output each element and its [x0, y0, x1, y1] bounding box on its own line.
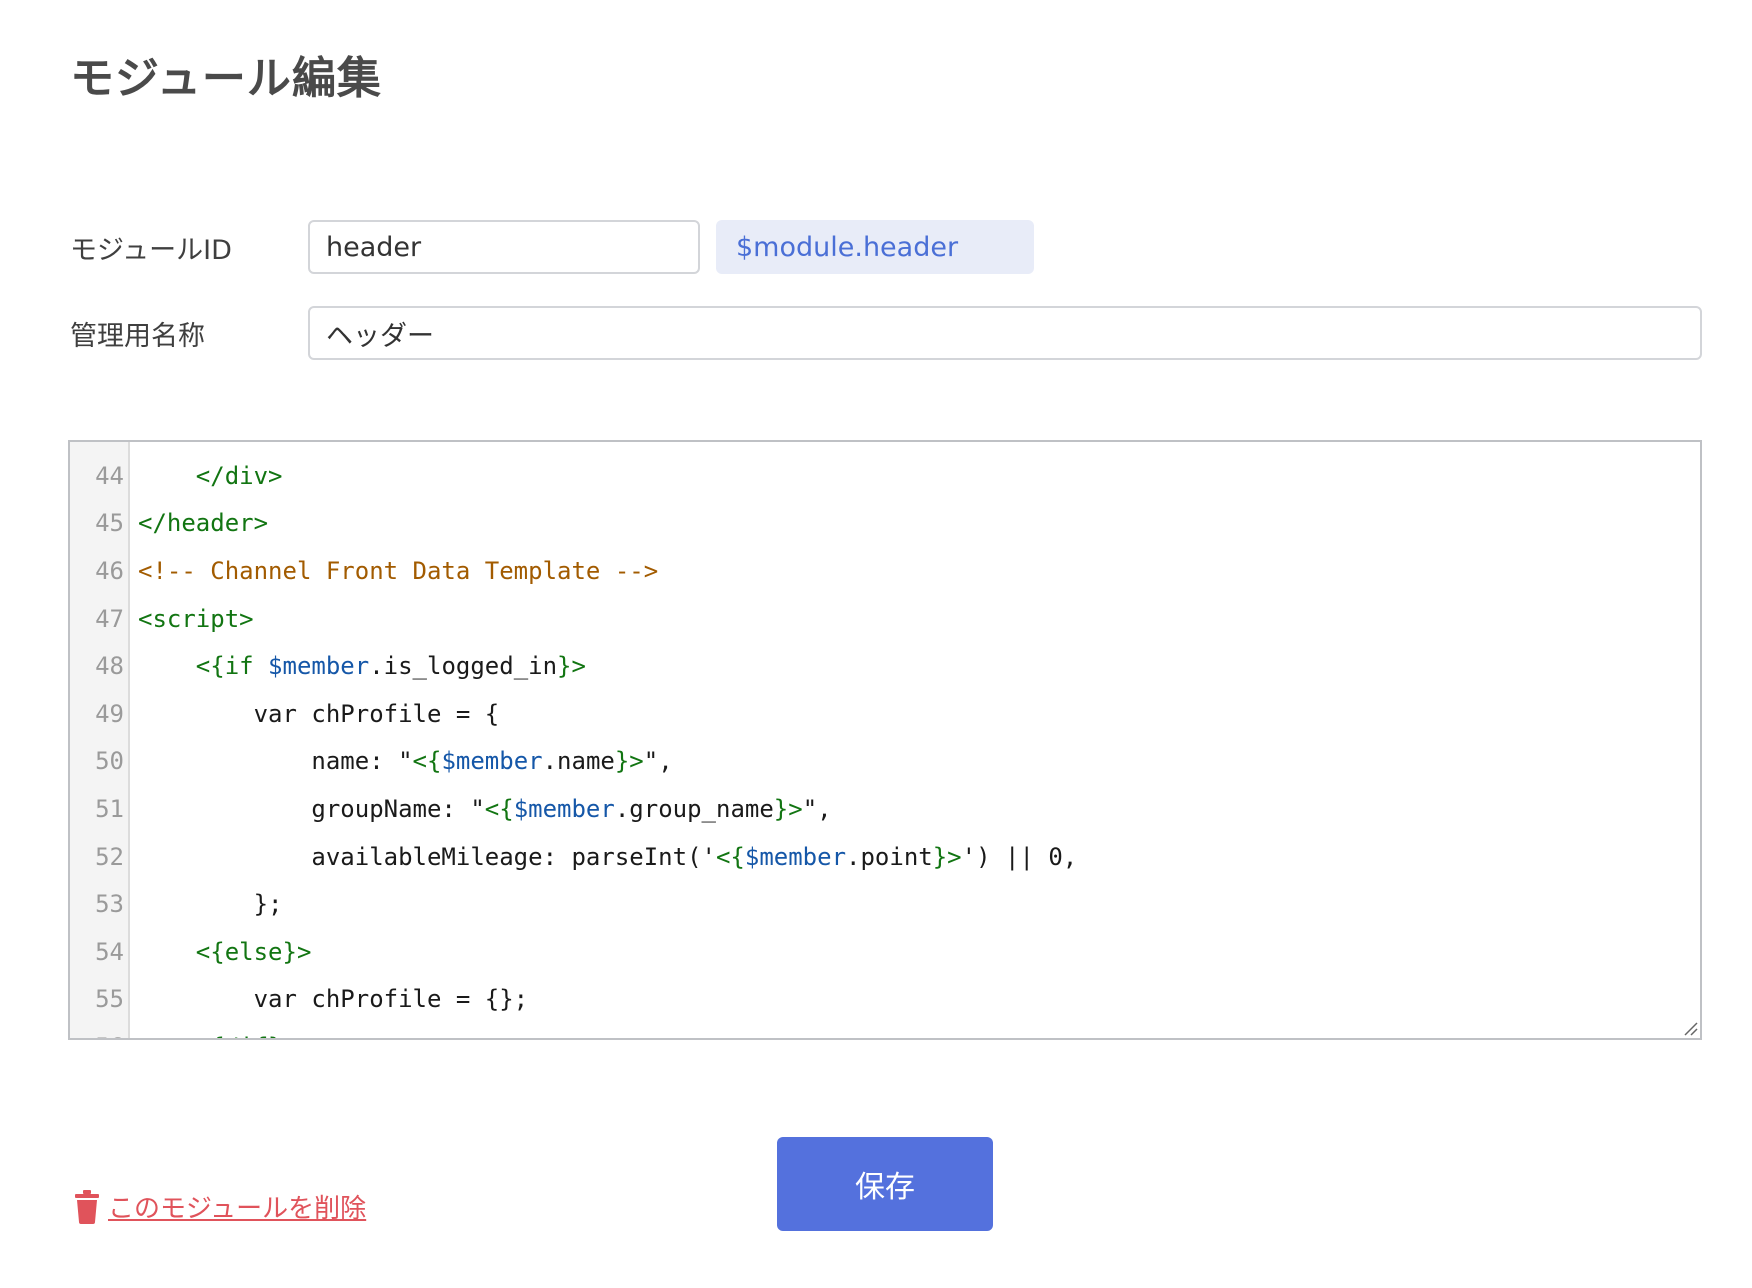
- code-token: </header>: [138, 509, 269, 538]
- line-number: 44: [95, 461, 124, 490]
- code-token: }>: [773, 794, 803, 823]
- code-token: $member: [744, 842, 847, 871]
- code-line: 56 <{/if}>: [70, 1023, 1700, 1038]
- code-lines: 44 </div> 45 </header> 46 <!-- Channel Front…: [70, 452, 1700, 1038]
- line-number: 47: [95, 604, 124, 633]
- code-token: var chProfile = {: [138, 699, 500, 728]
- admin-name-input[interactable]: [308, 306, 1702, 360]
- code-text: var chProfile = {: [130, 699, 500, 728]
- code-line: 47 <script>: [70, 595, 1700, 643]
- admin-name-row: 管理用名称: [70, 306, 1702, 360]
- code-text: </header>: [130, 509, 268, 537]
- code-editor[interactable]: 44 </div> 45 </header> 46 <!-- Channel Front…: [68, 440, 1702, 1040]
- code-token: .group_name: [614, 794, 774, 823]
- code-token: ",: [802, 794, 832, 823]
- code-line: 46 <!-- Channel Front Data Template -->: [70, 547, 1700, 595]
- code-token: }>: [557, 652, 586, 681]
- module-variable-chip: $module.header: [716, 220, 1034, 274]
- code-token: <{/if}>: [196, 1033, 297, 1038]
- resize-grip-icon[interactable]: [1682, 1020, 1698, 1036]
- line-number: 51: [95, 794, 124, 823]
- code-token: $member: [268, 652, 370, 681]
- code-token: ') || 0,: [961, 842, 1078, 871]
- code-text: <{/if}>: [130, 1033, 297, 1038]
- code-line: 48 <{if $member.is_logged_in}>: [70, 642, 1700, 690]
- module-id-label: モジュールID: [70, 234, 232, 266]
- code-line: 45 </header>: [70, 500, 1700, 548]
- code-token: availableMileage: parseInt(': [138, 842, 716, 871]
- code-token: ",: [643, 747, 673, 776]
- save-button[interactable]: 保存: [777, 1137, 993, 1231]
- code-line: 54 <{else}>: [70, 928, 1700, 976]
- code-token: <{if: [195, 652, 269, 681]
- line-number: 54: [95, 937, 124, 966]
- module-id-row: モジュールID $module.header: [70, 220, 1034, 274]
- delete-module-link[interactable]: このモジュールを削除: [74, 1188, 366, 1225]
- code-text: <script>: [130, 605, 254, 633]
- code-text: <!-- Channel Front Data Template -->: [130, 557, 658, 585]
- code-token: }>: [932, 842, 962, 871]
- code-text: <{if $member.is_logged_in}>: [130, 652, 586, 680]
- code-token: groupName: ": [138, 794, 485, 823]
- code-text: };: [130, 890, 283, 918]
- code-token: .name: [542, 747, 615, 776]
- code-text: </div>: [130, 462, 283, 490]
- code-line: 55 var chProfile = {};: [70, 976, 1700, 1024]
- code-token: name: ": [138, 747, 413, 776]
- code-text: var chProfile = {};: [130, 985, 529, 1014]
- code-text: groupName: "<{$member.group_name}>",: [130, 794, 832, 823]
- code-token: .is_logged_in: [369, 652, 558, 681]
- code-text: availableMileage: parseInt('<{$member.po…: [130, 843, 1077, 871]
- module-id-input[interactable]: [308, 220, 700, 274]
- code-token: $member: [513, 794, 615, 823]
- line-number: 55: [95, 985, 124, 1014]
- delete-module-label: このモジュールを削除: [108, 1194, 367, 1224]
- line-number: 50: [95, 747, 124, 776]
- code-text: <{else}>: [130, 937, 312, 966]
- code-token: <{: [484, 794, 514, 823]
- code-line: 53 };: [70, 880, 1700, 928]
- line-number: 48: [95, 652, 124, 681]
- code-token: <{: [715, 842, 745, 871]
- code-token: </div>: [195, 461, 283, 490]
- code-line: 51 groupName: "<{$member.group_name}>",: [70, 785, 1700, 833]
- line-number: 46: [95, 556, 124, 585]
- line-number: 52: [95, 842, 124, 871]
- page-title: モジュール編集: [70, 53, 382, 104]
- trash-icon: [75, 1189, 99, 1224]
- code-line: 44 </div>: [70, 452, 1700, 500]
- code-token: var chProfile = {};: [138, 985, 529, 1014]
- line-number: 53: [95, 890, 124, 919]
- code-token: };: [138, 890, 283, 919]
- code-token: <{else}>: [195, 937, 312, 966]
- code-line: 50 name: "<{$member.name}>",: [70, 738, 1700, 786]
- code-line: 52 availableMileage: parseInt('<{$member…: [70, 833, 1700, 881]
- code-line: 49 var chProfile = {: [70, 690, 1700, 738]
- line-number: 49: [95, 699, 124, 728]
- admin-name-label: 管理用名称: [70, 320, 205, 352]
- line-number: 56: [70, 1033, 130, 1038]
- code-token: <script>: [138, 604, 254, 633]
- code-token: $member: [441, 747, 543, 776]
- line-number: 45: [95, 509, 124, 538]
- code-token: }>: [614, 747, 644, 776]
- code-token: .point: [846, 842, 933, 871]
- code-token: <{: [412, 747, 442, 776]
- code-text: name: "<{$member.name}>",: [130, 747, 673, 776]
- code-token: <!-- Channel Front Data Template -->: [138, 556, 659, 585]
